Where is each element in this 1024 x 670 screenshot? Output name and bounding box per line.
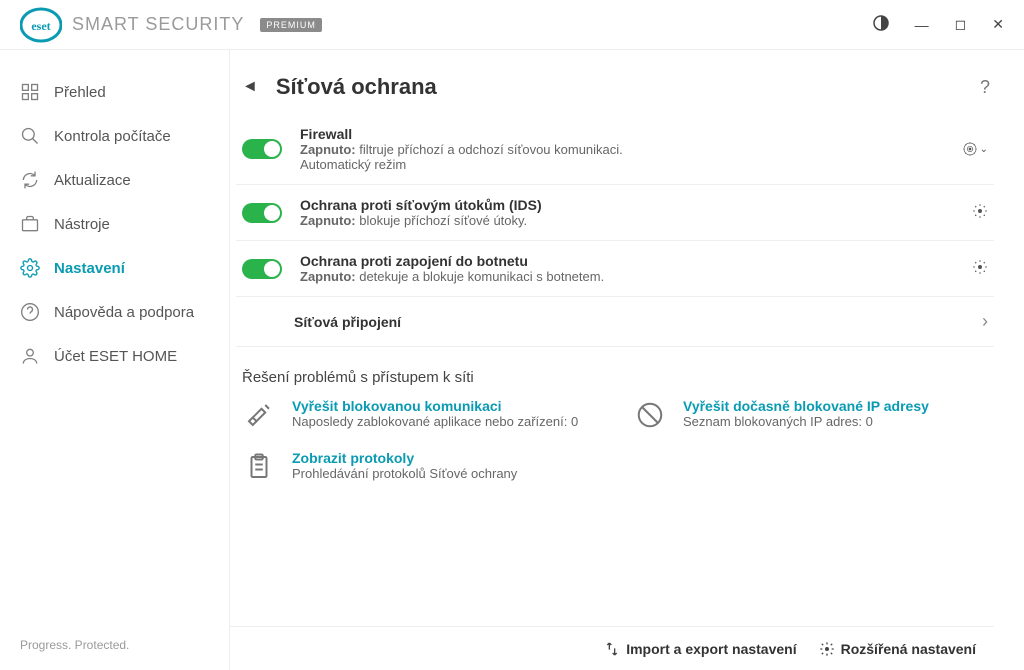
- eset-logo-icon: eset: [20, 4, 62, 46]
- brand-suffix: SECURITY: [145, 14, 244, 34]
- briefcase-icon: [20, 214, 40, 234]
- sidebar-item-settings[interactable]: Nastavení: [0, 246, 229, 290]
- maximize-button[interactable]: ◻: [955, 16, 967, 33]
- app-header: eset SMART SECURITY PREMIUM ― ◻ ✕: [0, 0, 1024, 50]
- gear-small-icon: [819, 641, 835, 657]
- sidebar-item-label: Kontrola počítače: [54, 128, 171, 145]
- overview-icon: [20, 82, 40, 102]
- sidebar-item-label: Nápověda a podpora: [54, 304, 194, 321]
- clipboard-icon: [242, 450, 276, 484]
- sidebar-item-update[interactable]: Aktualizace: [0, 158, 229, 202]
- sidebar-item-overview[interactable]: Přehled: [0, 70, 229, 114]
- sidebar-item-tools[interactable]: Nástroje: [0, 202, 229, 246]
- refresh-icon: [20, 170, 40, 190]
- setting-title: Ochrana proti síťovým útokům (IDS): [300, 197, 542, 213]
- import-export-link[interactable]: Import a export nastavení: [604, 641, 796, 657]
- botnet-gear-icon[interactable]: [972, 259, 988, 278]
- troubleshoot-heading: Řešení problémů s přístupem k síti: [242, 369, 994, 386]
- chevron-down-icon: ⌄: [980, 144, 988, 155]
- import-export-icon: [604, 641, 620, 657]
- sidebar-item-label: Přehled: [54, 84, 106, 101]
- sidebar-footer: Progress. Protected.: [0, 620, 229, 670]
- close-button[interactable]: ✕: [992, 16, 1004, 33]
- help-question-icon[interactable]: ?: [980, 77, 994, 98]
- sidebar-item-scan[interactable]: Kontrola počítače: [0, 114, 229, 158]
- trouble-sub: Naposledy zablokované aplikace nebo zaří…: [292, 414, 578, 429]
- gear-icon: [20, 258, 40, 278]
- botnet-toggle[interactable]: [242, 259, 282, 279]
- nav-row-title: Síťová připojení: [294, 314, 401, 330]
- setting-sub: Zapnuto: blokuje příchozí síťové útoky.: [300, 213, 542, 228]
- sidebar-item-label: Nástroje: [54, 216, 110, 233]
- setting-title: Ochrana proti zapojení do botnetu: [300, 253, 604, 269]
- troubleshoot-grid: Vyřešit blokovanou komunikaci Naposledy …: [236, 398, 994, 484]
- trouble-logs: Zobrazit protokoly Prohledávání protokol…: [242, 450, 603, 484]
- window-controls: ― ◻ ✕: [873, 15, 1014, 34]
- main-panel: ◄ Síťová ochrana ? Firewall Zapnuto: fil…: [230, 50, 1024, 670]
- setting-ids: Ochrana proti síťovým útokům (IDS) Zapnu…: [236, 185, 994, 241]
- sidebar-item-account[interactable]: Účet ESET HOME: [0, 334, 229, 378]
- ids-gear-icon[interactable]: [972, 203, 988, 222]
- setting-sub: Zapnuto: filtruje příchozí a odchozí síť…: [300, 142, 623, 157]
- trouble-link[interactable]: Vyřešit blokovanou komunikaci: [292, 398, 578, 414]
- chevron-right-icon: ›: [982, 311, 988, 332]
- sidebar: Přehled Kontrola počítače Aktualizace Ná…: [0, 50, 230, 670]
- firewall-gear-dropdown[interactable]: ⌄: [962, 141, 988, 157]
- network-connections-row[interactable]: Síťová připojení ›: [236, 297, 994, 347]
- ban-icon: [633, 398, 667, 432]
- sidebar-item-label: Nastavení: [54, 260, 125, 277]
- advanced-settings-link[interactable]: Rozšířená nastavení: [819, 641, 976, 657]
- search-icon: [20, 126, 40, 146]
- trouble-blocked-comm: Vyřešit blokovanou komunikaci Naposledy …: [242, 398, 603, 432]
- sidebar-item-help[interactable]: Nápověda a podpora: [0, 290, 229, 334]
- minimize-button[interactable]: ―: [915, 17, 929, 33]
- setting-firewall: Firewall Zapnuto: filtruje příchozí a od…: [236, 114, 994, 185]
- svg-text:eset: eset: [31, 19, 50, 33]
- back-arrow-icon[interactable]: ◄: [242, 78, 258, 96]
- user-icon: [20, 346, 40, 366]
- setting-botnet: Ochrana proti zapojení do botnetu Zapnut…: [236, 241, 994, 297]
- brand-prefix: SMART: [72, 14, 145, 34]
- sidebar-item-label: Účet ESET HOME: [54, 348, 177, 365]
- setting-title: Firewall: [300, 126, 623, 142]
- logo-wrap: eset SMART SECURITY PREMIUM: [20, 4, 322, 46]
- premium-badge: PREMIUM: [260, 18, 322, 32]
- contrast-icon[interactable]: [873, 15, 889, 34]
- trouble-blocked-ips: Vyřešit dočasně blokované IP adresy Sezn…: [633, 398, 994, 432]
- trouble-link[interactable]: Zobrazit protokoly: [292, 450, 517, 466]
- ids-toggle[interactable]: [242, 203, 282, 223]
- wrench-icon: [242, 398, 276, 432]
- setting-extra: Automatický režim: [300, 157, 623, 172]
- trouble-sub: Seznam blokovaných IP adres: 0: [683, 414, 929, 429]
- setting-sub: Zapnuto: detekuje a blokuje komunikaci s…: [300, 269, 604, 284]
- page-title: Síťová ochrana: [276, 74, 437, 100]
- help-icon: [20, 302, 40, 322]
- firewall-toggle[interactable]: [242, 139, 282, 159]
- sidebar-item-label: Aktualizace: [54, 172, 131, 189]
- trouble-sub: Prohledávání protokolů Síťové ochrany: [292, 466, 517, 481]
- bottom-bar: Import a export nastavení Rozšířená nast…: [230, 626, 994, 670]
- brand-text: SMART SECURITY: [72, 14, 244, 35]
- trouble-link[interactable]: Vyřešit dočasně blokované IP adresy: [683, 398, 929, 414]
